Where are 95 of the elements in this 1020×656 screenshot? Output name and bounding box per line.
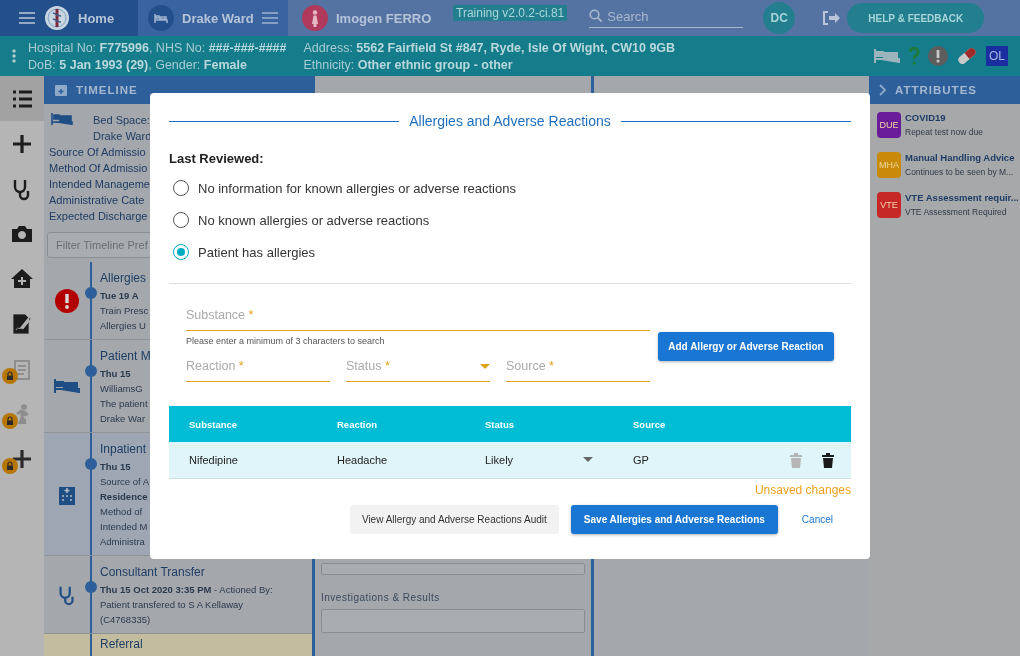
- bed-detail: Bed Space:: [93, 113, 151, 128]
- add-allergy-button[interactable]: Add Allergy or Adverse Reaction: [658, 332, 834, 361]
- event-detail: Administra: [100, 535, 145, 549]
- radio-label[interactable]: No known allergies or adverse reactions: [198, 212, 430, 228]
- event-detail: (C4768335): [100, 613, 151, 627]
- patient-detail: Ethnicity: Other ethnic group - other: [303, 57, 514, 72]
- bed-icon: [51, 112, 73, 126]
- logo-icon: [44, 5, 70, 31]
- alert-icon: [55, 288, 79, 313]
- event-detail: Method of: [100, 505, 143, 519]
- patient-detail: DoB: 5 Jan 1993 (29), Gender: Female: [28, 57, 248, 72]
- menu-icon[interactable]: [18, 11, 36, 25]
- event-title[interactable]: Allergies: [100, 268, 147, 288]
- status-dropdown[interactable]: Likely: [465, 454, 613, 466]
- event-detail: The patient: [100, 397, 148, 411]
- admission-detail: Administrative Cate: [49, 193, 145, 208]
- calendar-icon: [54, 83, 68, 97]
- cancel-link[interactable]: Cancel: [789, 505, 845, 534]
- bed-icon: [54, 378, 80, 394]
- lock-icon: [2, 458, 18, 474]
- timeline-title: TIMELINE: [76, 84, 138, 96]
- event-title[interactable]: Referral: [100, 636, 143, 653]
- column-header: Source: [632, 418, 667, 430]
- save-button[interactable]: Save Allergies and Adverse Reactions: [570, 505, 778, 534]
- last-reviewed-label: Last Reviewed:: [169, 151, 265, 166]
- more-icon[interactable]: [11, 48, 17, 64]
- event-detail: Residence: [100, 490, 148, 504]
- admission-detail: Intended Manageme: [49, 177, 150, 192]
- event-title[interactable]: Consultant Transfer: [100, 562, 205, 582]
- search-field[interactable]: Search: [607, 8, 738, 24]
- bed-icon[interactable]: [874, 48, 900, 64]
- female-avatar-icon: [302, 5, 328, 31]
- table-cell-text: GP: [632, 454, 650, 466]
- section-label: Investigations & Results: [321, 592, 441, 603]
- event-detail: Intended M: [100, 520, 148, 534]
- event-date: Thu 15 Oct 2020 3:35 PM - Actioned By:: [100, 583, 273, 597]
- unsaved-changes-note: Unsaved changes: [753, 483, 851, 497]
- column-header: Status: [484, 418, 516, 430]
- radio-label[interactable]: No information for known allergies or adverse reactions: [198, 180, 516, 196]
- patient-name[interactable]: Imogen FERRO: [336, 10, 432, 26]
- alert-icon[interactable]: [928, 46, 948, 66]
- sign-icon: [10, 311, 34, 336]
- column-header: Substance: [188, 418, 239, 430]
- event-detail: Drake War: [100, 412, 146, 426]
- user-avatar[interactable]: DC: [763, 2, 796, 34]
- caret-icon: [480, 364, 490, 370]
- home-link[interactable]: Home: [78, 10, 115, 26]
- attribute-subtitle: VTE Assessment Required: [905, 207, 1008, 217]
- text-field[interactable]: Source *: [506, 359, 650, 382]
- user-badge[interactable]: OL: [986, 46, 1008, 66]
- event-title[interactable]: Inpatient: [100, 439, 147, 459]
- admission-detail: Expected Discharge: [49, 209, 148, 224]
- table-cell-text: Nifedipine: [188, 454, 239, 466]
- attribute-badge: VTE: [877, 192, 901, 218]
- home-icon: [10, 266, 34, 291]
- event-date: Thu 15: [100, 367, 131, 381]
- delete-icon[interactable]: [822, 452, 834, 468]
- dialog-title: Allergies and Adverse Reactions: [409, 113, 611, 129]
- admission-detail: Method Of Admissio: [49, 161, 148, 176]
- lock-icon: [2, 413, 18, 429]
- caret-icon: [583, 457, 593, 463]
- chevron-icon[interactable]: [879, 84, 887, 96]
- status-dropdown[interactable]: Status *: [346, 359, 490, 382]
- event-date: Tue 19 A: [100, 289, 139, 303]
- attribute-title[interactable]: VTE Assessment requir...: [905, 192, 1019, 203]
- event-date: Thu 15: [100, 460, 131, 474]
- attribute-title[interactable]: COVID19: [905, 112, 983, 123]
- admission-detail: Source Of Admissio: [49, 145, 146, 160]
- help-feedback-button[interactable]: HELP & FEEDBACK: [847, 3, 985, 33]
- event-detail: Source of A: [100, 475, 150, 489]
- event-detail: WilliamsG: [100, 382, 143, 396]
- attribute-badge: MHA: [877, 152, 901, 178]
- field-hint: Please enter a minimum of 3 characters to search: [186, 336, 386, 346]
- event-title[interactable]: Patient M: [100, 346, 151, 366]
- substance-field[interactable]: Substance *: [186, 308, 650, 331]
- audit-button[interactable]: View Allergy and Adverse Reactions Audit: [349, 505, 559, 534]
- menu-icon[interactable]: [261, 12, 278, 24]
- bed-icon: [148, 5, 174, 31]
- event-detail: Patient transfered to S A Kellaway: [100, 598, 244, 612]
- patient-detail: Hospital No: F775996, NHS No: ###-###-####: [28, 40, 287, 55]
- lock-icon: [2, 368, 18, 384]
- text-field[interactable]: Reaction *: [186, 359, 330, 382]
- attributes-title: ATTRIBUTES: [895, 84, 977, 96]
- column-header: Reaction: [336, 418, 379, 430]
- attribute-badge: DUE: [877, 112, 901, 138]
- patient-detail: Address: 5562 Fairfield St #847, Ryde, Isle Of Wight, CW10 9GB: [303, 40, 676, 55]
- logout-icon[interactable]: [821, 10, 842, 26]
- event-detail: Allergies U: [100, 319, 146, 333]
- attribute-subtitle: Repeat test now due: [905, 127, 983, 137]
- table-cell-text: Headache: [336, 454, 389, 466]
- event-detail: Train Presc: [100, 304, 149, 318]
- environment-badge: Training v2.0.2-ci.81: [453, 5, 568, 21]
- attribute-subtitle: Continues to be seen by M...: [905, 167, 1015, 177]
- attribute-title[interactable]: Manual Handling Advice: [905, 152, 1015, 163]
- search-icon[interactable]: [589, 9, 604, 23]
